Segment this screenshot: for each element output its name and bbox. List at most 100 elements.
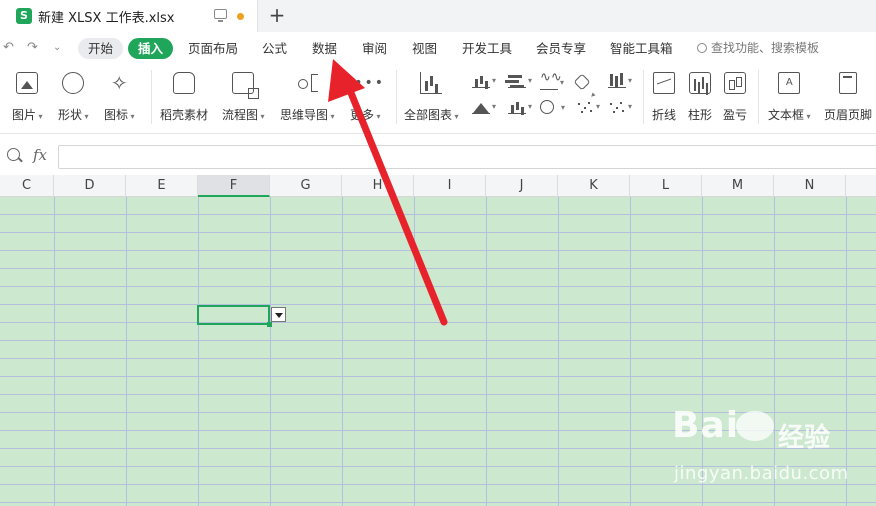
formula-input[interactable] bbox=[58, 145, 876, 169]
watermark-brand-cn: 经验 bbox=[778, 423, 831, 453]
ribbon-all-charts-button[interactable]: 全部图表 bbox=[404, 72, 459, 123]
ribbon-header-footer-button[interactable]: 页眉页脚 bbox=[824, 72, 872, 123]
ribbon-mindmap-button[interactable]: 思维导图 bbox=[280, 72, 335, 123]
spreadsheet-app-icon: S bbox=[16, 8, 32, 24]
bar-chart-icon[interactable] bbox=[472, 74, 496, 88]
ribbon-textbox-button[interactable]: A 文本框 bbox=[768, 72, 811, 123]
feature-search-placeholder: 查找功能、搜索模板 bbox=[711, 41, 820, 55]
grid-line bbox=[126, 197, 127, 506]
column-header[interactable]: M bbox=[702, 175, 774, 197]
ribbon-flowchart-label: 流程图 bbox=[222, 106, 265, 123]
ribbon-shape-label: 形状 bbox=[58, 106, 89, 123]
column-sparkline-icon bbox=[689, 72, 711, 94]
ribbon-icons-label: 图标 bbox=[104, 106, 135, 123]
ribbon-shape-button[interactable]: 形状 bbox=[58, 72, 89, 123]
menu-formulas[interactable]: 公式 bbox=[262, 38, 287, 59]
tab-bar: S 新建 XLSX 工作表.xlsx + bbox=[0, 0, 876, 32]
ribbon-separator bbox=[396, 70, 397, 124]
icons-icon: ✧ bbox=[110, 71, 128, 95]
ribbon-winloss-sparkline-button[interactable]: 盈亏 bbox=[723, 72, 747, 123]
menu-home[interactable]: 开始 bbox=[78, 38, 124, 59]
radar-chart-icon[interactable] bbox=[573, 73, 591, 91]
column-header-row: C D E F G H I J K L M N bbox=[0, 175, 876, 197]
zoom-icon[interactable] bbox=[7, 148, 20, 161]
column-header[interactable]: K bbox=[558, 175, 630, 197]
ribbon-picture-button[interactable]: 图片 bbox=[12, 72, 43, 123]
redo-icon[interactable]: ↷ bbox=[27, 40, 38, 55]
column-header[interactable]: E bbox=[126, 175, 198, 197]
column-header[interactable]: J bbox=[486, 175, 558, 197]
column-header[interactable]: L bbox=[630, 175, 702, 197]
insert-ribbon: 图片 形状 ✧ 图标 稻壳素材 流程图 思维导图 ••• 更多 全部图表 折线 bbox=[0, 64, 876, 134]
column-header-selected[interactable]: F bbox=[198, 175, 270, 197]
line-type-chart-icon[interactable] bbox=[540, 70, 564, 90]
document-tab[interactable]: S 新建 XLSX 工作表.xlsx bbox=[0, 0, 258, 32]
watermark-brand: Bai bbox=[672, 405, 740, 446]
grid-line bbox=[270, 197, 271, 506]
ribbon-docer-button[interactable]: 稻壳素材 bbox=[160, 72, 208, 123]
header-footer-icon bbox=[839, 72, 857, 94]
ribbon-icons-button[interactable]: ✧ 图标 bbox=[104, 72, 135, 123]
grid-line bbox=[486, 197, 487, 506]
ribbon-line-sparkline-button[interactable]: 折线 bbox=[652, 72, 676, 123]
menu-insert[interactable]: 插入 bbox=[128, 38, 174, 59]
area-chart-icon[interactable] bbox=[472, 100, 496, 114]
unsaved-dot-icon bbox=[237, 13, 244, 20]
bubble-chart-icon[interactable] bbox=[608, 100, 632, 114]
menu-page-layout[interactable]: 页面布局 bbox=[188, 38, 238, 59]
paw-logo-icon bbox=[736, 411, 774, 441]
menu-member[interactable]: 会员专享 bbox=[536, 38, 586, 59]
ribbon-line-label: 折线 bbox=[652, 108, 677, 122]
menu-data[interactable]: 数据 bbox=[312, 38, 337, 59]
new-tab-button[interactable]: + bbox=[266, 4, 288, 26]
grid-line bbox=[198, 197, 199, 506]
menu-view[interactable]: 视图 bbox=[412, 38, 437, 59]
grid-line bbox=[54, 197, 55, 506]
ribbon-more-button[interactable]: ••• 更多 bbox=[350, 72, 386, 123]
ribbon-separator bbox=[758, 70, 759, 124]
menu-developer[interactable]: 开发工具 bbox=[462, 38, 512, 59]
flowchart-icon bbox=[232, 72, 260, 99]
menu-bar: ↶ ↷ ⌄ 开始 插入 页面布局 公式 数据 审阅 视图 开发工具 会员专享 智… bbox=[0, 32, 876, 64]
ribbon-header-footer-label: 页眉页脚 bbox=[824, 108, 873, 122]
column-header[interactable]: H bbox=[342, 175, 414, 197]
monitor-icon[interactable] bbox=[214, 9, 227, 22]
ribbon-all-charts-label: 全部图表 bbox=[404, 106, 459, 123]
feature-search[interactable]: 查找功能、搜索模板 bbox=[697, 38, 819, 59]
grid-line bbox=[558, 197, 559, 506]
ribbon-more-label: 更多 bbox=[350, 106, 381, 123]
scatter-chart-icon[interactable] bbox=[576, 100, 600, 114]
grid-line bbox=[414, 197, 415, 506]
cell-dropdown-button[interactable] bbox=[271, 307, 286, 322]
grid-line bbox=[630, 197, 631, 506]
docer-icon bbox=[173, 72, 195, 94]
combo-chart-icon[interactable] bbox=[508, 100, 532, 114]
column-header[interactable]: N bbox=[774, 175, 846, 197]
mindmap-icon bbox=[296, 72, 319, 94]
formula-bar: fx bbox=[0, 142, 876, 172]
line-sparkline-icon bbox=[653, 72, 675, 94]
quick-access-dropdown-icon[interactable]: ⌄ bbox=[53, 42, 61, 53]
ribbon-column-sparkline-button[interactable]: 柱形 bbox=[688, 72, 712, 123]
menu-smart-toolbox[interactable]: 智能工具箱 bbox=[610, 38, 673, 59]
textbox-icon: A bbox=[778, 72, 801, 94]
more-icon: ••• bbox=[354, 75, 386, 91]
ribbon-textbox-label: 文本框 bbox=[768, 106, 811, 123]
ribbon-separator bbox=[643, 70, 644, 124]
ribbon-flowchart-button[interactable]: 流程图 bbox=[222, 72, 265, 123]
menu-review[interactable]: 审阅 bbox=[362, 38, 387, 59]
fx-icon[interactable]: fx bbox=[33, 146, 47, 164]
stock-chart-icon[interactable] bbox=[608, 74, 632, 88]
column-header[interactable]: G bbox=[270, 175, 342, 197]
column-header[interactable]: I bbox=[414, 175, 486, 197]
selected-cell[interactable] bbox=[197, 305, 272, 327]
pie-chart-icon[interactable] bbox=[540, 100, 565, 114]
all-charts-icon bbox=[420, 72, 443, 94]
horizontal-bar-chart-icon[interactable] bbox=[508, 74, 532, 88]
ribbon-column-label: 柱形 bbox=[688, 108, 713, 122]
grid-line bbox=[342, 197, 343, 506]
column-header[interactable]: D bbox=[54, 175, 126, 197]
watermark-url: jingyan.baidu.com bbox=[674, 463, 849, 484]
column-header[interactable]: C bbox=[0, 175, 54, 197]
undo-icon[interactable]: ↶ bbox=[3, 40, 14, 55]
